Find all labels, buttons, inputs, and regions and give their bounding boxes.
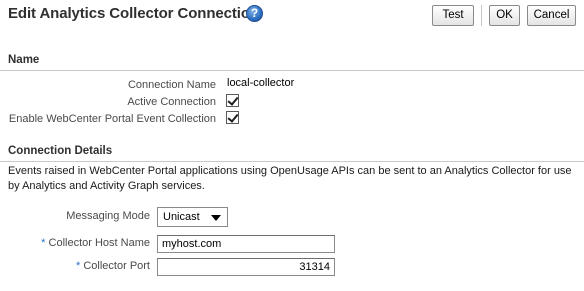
enable-event-collection-checkbox[interactable] (226, 111, 239, 124)
enable-event-collection-label: Enable WebCenter Portal Event Collection (8, 113, 216, 125)
messaging-mode-value: Unicast (163, 211, 200, 223)
page-title: Edit Analytics Collector Connection (8, 5, 259, 22)
collector-port-label: * Collector Port (76, 260, 150, 272)
details-section-heading: Connection Details (8, 145, 113, 157)
collector-port-label-text: Collector Port (83, 260, 150, 272)
name-section-header: Name (0, 51, 584, 71)
connection-name-label: Connection Name (127, 79, 216, 91)
required-marker: * (41, 237, 46, 249)
active-connection-label: Active Connection (127, 96, 216, 108)
ok-button[interactable]: OK (489, 5, 520, 26)
active-connection-checkbox[interactable] (226, 94, 239, 107)
collector-host-label: * Collector Host Name (41, 237, 150, 249)
help-icon[interactable]: ? (246, 5, 263, 22)
messaging-mode-label: Messaging Mode (66, 210, 150, 222)
toolbar-divider (481, 5, 482, 26)
required-marker: * (76, 260, 81, 272)
name-section-heading: Name (8, 54, 40, 66)
cancel-button[interactable]: Cancel (527, 5, 576, 26)
details-section-header: Connection Details (0, 142, 584, 162)
details-description: Events raised in WebCenter Portal applic… (8, 165, 572, 192)
messaging-mode-select[interactable]: Unicast (157, 207, 228, 227)
collector-host-label-text: Collector Host Name (48, 237, 150, 249)
collector-host-input[interactable] (157, 235, 335, 253)
test-button[interactable]: Test (432, 5, 474, 26)
connection-name-value: local-collector (227, 77, 295, 89)
collector-port-input[interactable] (157, 258, 335, 276)
chevron-down-icon (211, 215, 221, 221)
